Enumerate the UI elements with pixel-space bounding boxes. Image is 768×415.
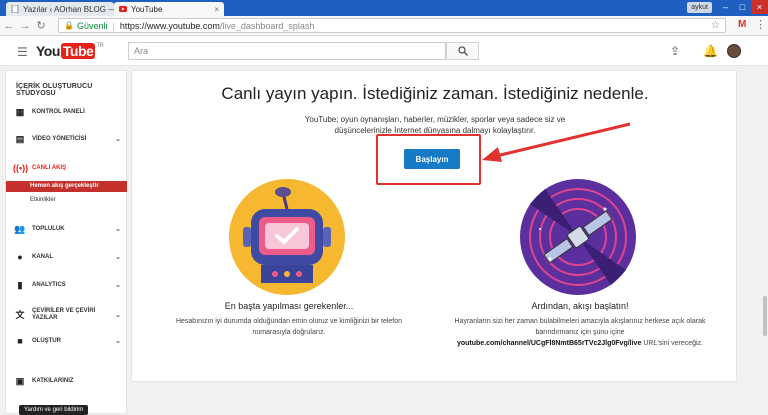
sidebar-subitem-stream-now[interactable]: Hemen akış gerçekleştir — [6, 181, 127, 192]
search-icon — [457, 46, 468, 56]
sidebar-title: İÇERİK OLUŞTURUCU STÜDYOSU — [16, 83, 93, 97]
gmail-icon[interactable]: M — [738, 19, 750, 31]
left-caption-text: Hesabınızın iyi durumda olduğundan emin … — [175, 318, 403, 336]
sidebar-item-label: ANALYTICS — [32, 282, 66, 288]
close-window-icon[interactable]: × — [751, 0, 768, 14]
sidebar-item-label: VİDEO YÖNETİCİSİ — [32, 136, 87, 142]
close-tab-icon[interactable]: × — [214, 5, 219, 14]
chevron-down-icon: ⌄ — [115, 254, 121, 261]
youtube-header: ☰ You Tube TR Ara ⇪ 🔔 — [0, 36, 768, 66]
sidebar-item-label: KATKILARINIZ — [32, 378, 74, 384]
live-stream-icon: ((•)) — [13, 163, 29, 173]
logo-region: TR — [96, 43, 104, 49]
tab-youtube[interactable]: YouTube × — [114, 2, 224, 16]
avatar[interactable] — [727, 44, 741, 58]
chevron-down-icon: ⌄ — [115, 226, 121, 233]
hamburger-menu-icon[interactable]: ☰ — [17, 45, 28, 59]
chevron-down-icon: ⌄ — [115, 311, 121, 319]
create-icon: ■ — [17, 336, 23, 346]
logo-tube: Tube — [60, 43, 96, 59]
sidebar-item-label: ÇEVİRİLER VE ÇEVİRİ YAZILAR — [32, 308, 96, 321]
right-caption-text-b: URL'sini vereceğiz. — [643, 340, 704, 347]
page-title: Canlı yayın yapın. İstediğiniz zaman. İs… — [221, 84, 649, 103]
back-icon[interactable]: ← — [2, 20, 16, 32]
youtube-logo[interactable]: You Tube TR — [36, 43, 104, 59]
sidebar-item-dashboard[interactable]: ▦ KONTROL PANELİ — [6, 105, 127, 119]
channel-live-url[interactable]: youtube.com/channel/UCgFl8NmtB65rTVc2Jlg… — [457, 340, 641, 347]
sidebar-item-label: OLUŞTUR — [32, 338, 61, 344]
annotation-arrow — [482, 122, 631, 162]
minimize-icon[interactable]: – — [717, 0, 734, 14]
sidebar-item-label: KONTROL PANELİ — [32, 109, 85, 115]
satellite-illustration — [520, 179, 636, 295]
chevron-down-icon: ⌄ — [115, 338, 121, 345]
dashboard-icon: ▦ — [15, 106, 25, 117]
chevron-down-icon: ⌄ — [115, 136, 121, 143]
analytics-icon: ▮ — [17, 279, 23, 290]
browser-menu-icon[interactable]: ⋮ — [755, 18, 766, 31]
logo-you: You — [36, 43, 60, 59]
community-icon: 👥 — [14, 223, 26, 234]
upload-icon[interactable]: ⇪ — [670, 44, 680, 58]
sidebar-item-contributions[interactable]: ▣ KATKILARINIZ — [6, 374, 127, 388]
translate-icon: 文 — [15, 309, 25, 320]
maximize-icon[interactable]: □ — [734, 0, 751, 14]
start-button[interactable]: Başlayın — [404, 149, 460, 169]
secure-label: Güvenli — [76, 20, 108, 31]
right-caption-text-a: Hayranların sizi her zaman bulabilmeleri… — [454, 318, 706, 336]
search-input[interactable]: Ara — [128, 42, 446, 60]
search-button[interactable] — [446, 42, 479, 60]
right-caption-title: Ardından, akışı başlatın! — [531, 301, 629, 311]
tab-title: Yazılar ‹ AOrhan BLOG — — [23, 4, 114, 14]
reload-icon[interactable]: ↻ — [34, 19, 48, 32]
lock-icon: 🔒 — [64, 21, 74, 30]
forward-icon[interactable]: → — [18, 20, 32, 32]
sidebar-item-channel[interactable]: ● KANAL ⌄ — [6, 250, 127, 264]
sidebar-item-create[interactable]: ■ OLUŞTUR ⌄ — [6, 334, 127, 348]
verify-account-illustration — [229, 179, 345, 295]
live-splash-panel: Canlı yayın yapın. İstediğiniz zaman. İs… — [131, 70, 737, 382]
left-caption-title: En başta yapılması gerekenler... — [224, 301, 354, 311]
address-bar: ← → ↻ 🔒 Güvenli | https://www.youtube.co… — [0, 16, 768, 36]
bookmark-star-icon[interactable]: ☆ — [711, 20, 720, 31]
sidebar-item-translations[interactable]: 文 ÇEVİRİLER VE ÇEVİRİ YAZILAR ⌄ — [6, 306, 127, 324]
creator-studio-sidebar: İÇERİK OLUŞTURUCU STÜDYOSU ▦ KONTROL PAN… — [5, 70, 127, 414]
sidebar-subitem-events[interactable]: Etkinlikler — [6, 195, 127, 206]
sidebar-item-community[interactable]: 👥 TOPLULUK ⌄ — [6, 222, 127, 236]
sidebar-item-label: TOPLULUK — [32, 226, 65, 232]
tab-title: YouTube — [131, 4, 163, 14]
scrollbar-thumb[interactable] — [763, 296, 767, 336]
chevron-down-icon: ⌄ — [115, 282, 121, 289]
omnibox-separator: | — [112, 20, 115, 31]
url-host: https://www.youtube.com — [119, 20, 220, 31]
tab-blog[interactable]: Yazılar ‹ AOrhan BLOG — × — [6, 2, 114, 16]
page-scrollbar[interactable] — [762, 66, 768, 414]
video-manager-icon: ▤ — [15, 133, 25, 144]
sidebar-item-video-manager[interactable]: ▤ VİDEO YÖNETİCİSİ ⌄ — [6, 132, 127, 146]
sidebar-item-label: CANLI AKIŞ — [32, 165, 67, 171]
page-icon — [11, 4, 19, 14]
browser-tab-strip: Yazılar ‹ AOrhan BLOG — × YouTube × ayku… — [0, 0, 768, 16]
youtube-favicon-icon — [119, 5, 127, 13]
sidebar-item-analytics[interactable]: ▮ ANALYTICS ⌄ — [6, 278, 127, 292]
sidebar-item-label: KANAL — [32, 254, 53, 260]
sidebar-item-live-stream[interactable]: ((•)) CANLI AKIŞ — [6, 161, 127, 175]
url-field[interactable]: 🔒 Güvenli | https://www.youtube.com/live… — [58, 18, 726, 33]
right-caption-text: Hayranların sizi her zaman bulabilmeleri… — [450, 316, 710, 349]
contributions-icon: ▣ — [15, 375, 25, 386]
notifications-bell-icon[interactable]: 🔔 — [703, 44, 718, 58]
channel-icon: ● — [17, 252, 23, 262]
profile-badge[interactable]: aykut — [687, 2, 712, 13]
window-controls: – □ × — [717, 0, 768, 14]
url-path: /live_dashboard_splash — [219, 20, 315, 31]
